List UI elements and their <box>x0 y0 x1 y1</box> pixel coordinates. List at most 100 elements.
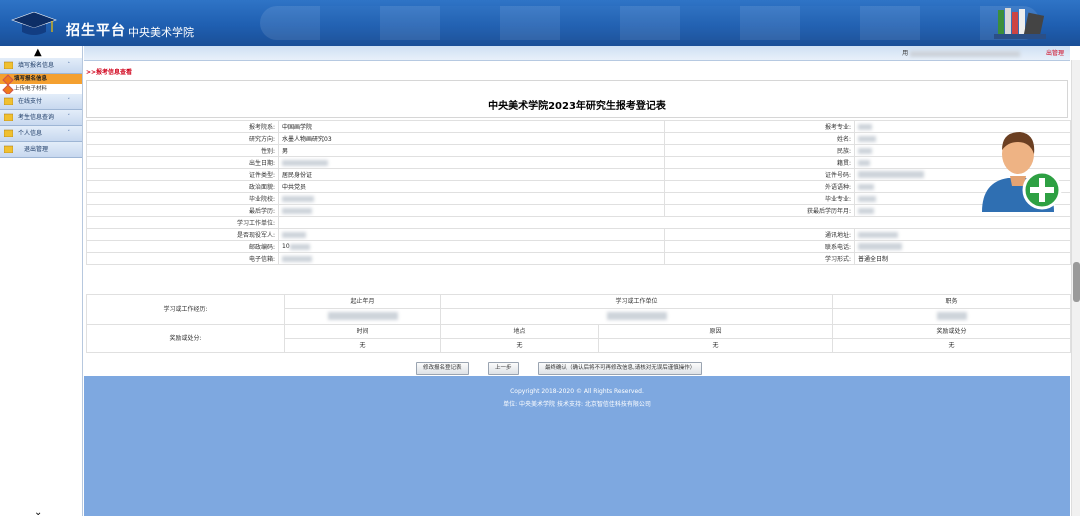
field-label: 是否现役军人: <box>86 228 279 241</box>
field-label: 报考专业: <box>664 120 855 133</box>
table-cell: 无 <box>284 338 441 353</box>
sidebar-item-label: 考生信息查询 <box>18 114 55 121</box>
sidebar-subitem-upload[interactable]: 上传电子材料 <box>0 84 82 96</box>
sidebar-item-label: 在线支付 <box>18 98 43 105</box>
field-value: 水墨人物画研究03 <box>278 132 665 145</box>
sidebar-scroll-up-icon[interactable]: ▲ <box>34 47 42 58</box>
main-content: 中央美术学院2023年研究生报考登记表 报考院系: 中国画学院 报考专业: 研究… <box>84 78 1072 372</box>
field-value <box>854 228 1071 241</box>
sidebar-item-label: 退出管理 <box>24 146 49 153</box>
table-row: 学习或工作经历: 起止年月 学习或工作单位 职务 <box>86 294 1072 325</box>
chevron-down-icon: ˅ <box>67 130 71 136</box>
field-value <box>854 240 1071 253</box>
registration-table: 报考院系: 中国画学院 报考专业: 研究方向: 水墨人物画研究03 姓名: 性别… <box>86 120 1071 265</box>
field-label: 研究方向: <box>86 132 279 145</box>
menu-folder-icon <box>4 113 13 121</box>
table-cell <box>439 308 834 325</box>
chevron-down-icon: ˅ <box>67 114 71 120</box>
field-label: 联系电话: <box>664 240 855 253</box>
sidebar-item-personal[interactable]: 个人信息 ˅ <box>0 126 82 142</box>
field-label: 民族: <box>664 144 855 157</box>
redacted-username <box>910 50 1020 57</box>
table-cell: 无 <box>440 338 599 353</box>
table-cell: 无 <box>597 338 834 353</box>
sidebar-item-logout[interactable]: 退出管理 <box>0 142 82 158</box>
field-label: 籍贯: <box>664 156 855 169</box>
field-label: 毕业院校: <box>86 192 279 205</box>
action-buttons: 修改报名登记表 上一步 最终确认（确认后将不可再修改信息,请核对无误后谨慎操作） <box>84 362 1070 375</box>
user-prefix: 用 <box>902 50 909 57</box>
sidebar-subitem-fill-info[interactable]: 填写报名信息 <box>0 74 82 86</box>
table-cell <box>284 308 441 325</box>
field-label: 性别: <box>86 144 279 157</box>
field-label: 最后学历: <box>86 204 279 217</box>
field-value: 居民身份证 <box>278 168 665 181</box>
field-label: 姓名: <box>664 132 855 145</box>
table-row: 研究方向: 水墨人物画研究03 姓名: <box>86 132 1071 145</box>
column-header: 地点 <box>440 324 599 339</box>
field-value <box>278 204 665 217</box>
field-label: 出生日期: <box>86 156 279 169</box>
mortarboard-logo-icon <box>11 12 57 35</box>
field-label: 电子信箱: <box>86 252 279 265</box>
experience-awards-table: 学习或工作经历: 起止年月 学习或工作单位 职务 奖励或处分: 时间 地点 原因… <box>86 294 1072 353</box>
previous-step-button[interactable]: 上一步 <box>488 362 519 375</box>
table-row: 奖励或处分: 时间 地点 原因 奖励或处分 <box>86 324 1072 353</box>
table-cell <box>832 308 1072 325</box>
chevron-up-icon: ˄ <box>67 62 71 68</box>
sidebar-menu: 填写报名信息 ˄ 填写报名信息 上传电子材料 在线支付 ˅ 考生信息查询 ˅ 个… <box>0 58 82 158</box>
table-row: 毕业院校: 毕业专业: <box>86 192 1071 205</box>
page-scrollbar[interactable] <box>1071 60 1080 516</box>
subitem-label: 填写报名信息 <box>14 76 48 82</box>
table-row: 证件类型: 居民身份证 证件号码: <box>86 168 1071 181</box>
page-footer: Copyright 2018-2020 © All Rights Reserve… <box>84 376 1070 516</box>
scrollbar-thumb[interactable] <box>1073 262 1080 302</box>
column-header: 起止年月 <box>284 294 441 309</box>
field-value: 男 <box>278 144 665 157</box>
column-header: 时间 <box>284 324 441 339</box>
table-row: 报考院系: 中国画学院 报考专业: <box>86 120 1071 133</box>
sidebar-item-register[interactable]: 填写报名信息 ˄ <box>0 58 82 74</box>
column-header: 原因 <box>597 324 834 339</box>
sidebar-item-payment[interactable]: 在线支付 ˅ <box>0 94 82 110</box>
field-value: 中国画学院 <box>278 120 665 133</box>
school-name: 中央美术学院 <box>128 26 194 39</box>
field-value <box>278 228 665 241</box>
page-title: 中央美术学院2023年研究生报考登记表 <box>488 101 666 112</box>
title-box: 中央美术学院2023年研究生报考登记表 <box>86 80 1068 118</box>
table-row: 学习工作单位: <box>86 216 1071 229</box>
zip-prefix: 10 <box>282 243 290 250</box>
menu-folder-icon <box>4 145 13 153</box>
add-photo-avatar-icon[interactable] <box>968 120 1068 220</box>
experience-label: 学习或工作经历: <box>86 294 285 325</box>
column-header: 职务 <box>832 294 1072 309</box>
table-row: 出生日期: 籍贯: <box>86 156 1071 169</box>
table-cell: 无 <box>832 338 1072 353</box>
field-label: 毕业专业: <box>664 192 855 205</box>
field-label: 证件类型: <box>86 168 279 181</box>
field-label: 证件号码: <box>664 168 855 181</box>
field-value <box>278 156 665 169</box>
sidebar-scroll-down-icon[interactable]: ⌄ <box>34 507 42 518</box>
sidebar: ▲ 填写报名信息 ˄ 填写报名信息 上传电子材料 在线支付 ˅ 考生信息查询 ˅… <box>0 46 83 518</box>
sidebar-item-query[interactable]: 考生信息查询 ˅ <box>0 110 82 126</box>
field-value: 普通全日制 <box>854 252 1071 265</box>
awards-label: 奖励或处分: <box>86 324 285 353</box>
sidebar-item-label: 填写报名信息 <box>18 62 55 69</box>
final-confirm-button[interactable]: 最终确认（确认后将不可再修改信息,请核对无误后谨慎操作） <box>538 362 703 375</box>
field-label: 政治面貌: <box>86 180 279 193</box>
field-label: 外语语种: <box>664 180 855 193</box>
table-row: 政治面貌: 中共党员 外语语种: <box>86 180 1071 193</box>
field-label: 邮政编码: <box>86 240 279 253</box>
copyright-text: Copyright 2018-2020 © All Rights Reserve… <box>510 388 644 395</box>
field-label: 报考院系: <box>86 120 279 133</box>
footer-unit-text: 单位: 中央美术学院 技术支持: 北京智信佳科技有限公司 <box>503 401 651 408</box>
table-row: 邮政编码: 10 联系电话: <box>86 240 1071 253</box>
column-header: 学习或工作单位 <box>439 294 834 309</box>
logout-link[interactable]: 出管理 <box>1046 48 1064 57</box>
table-row: 最后学历: 获最后学历年月: <box>86 204 1071 217</box>
field-value: 10 <box>278 240 665 253</box>
edit-form-button[interactable]: 修改报名登记表 <box>416 362 469 375</box>
field-label: 通讯地址: <box>664 228 855 241</box>
menu-folder-icon <box>4 129 13 137</box>
